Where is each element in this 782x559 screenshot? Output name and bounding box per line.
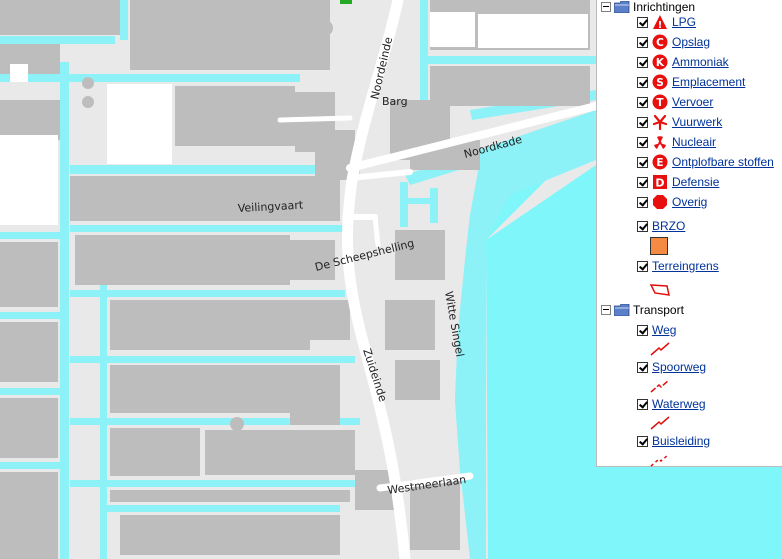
collapse-icon[interactable] bbox=[601, 2, 611, 12]
letter-e-circle-icon: E bbox=[652, 154, 668, 170]
letter-k-circle-icon: K bbox=[652, 54, 668, 70]
checkbox[interactable] bbox=[637, 196, 648, 208]
checkbox[interactable] bbox=[637, 96, 648, 108]
legend-link[interactable]: Opslag bbox=[672, 35, 710, 49]
legend-link[interactable]: Ontplofbare stoffen bbox=[672, 155, 774, 169]
legend-link[interactable]: Buisleiding bbox=[652, 434, 710, 448]
legend-item-weg[interactable]: Weg bbox=[637, 322, 676, 338]
checkbox[interactable] bbox=[637, 324, 648, 336]
collapse-icon[interactable] bbox=[601, 305, 611, 315]
letter-t-circle-icon: T bbox=[652, 94, 668, 110]
checkbox[interactable] bbox=[637, 398, 648, 410]
legend-group-label: Inrichtingen bbox=[633, 0, 696, 14]
legend-item-terreingrens[interactable]: Terreingrens bbox=[637, 258, 719, 274]
legend-link[interactable]: Nucleair bbox=[672, 135, 716, 149]
warning-triangle-icon: ! bbox=[653, 15, 667, 30]
legend-group-transport[interactable]: Transport bbox=[601, 303, 684, 317]
legend-link[interactable]: LPG bbox=[672, 15, 696, 29]
legend-item-ammoniak[interactable]: K Ammoniak bbox=[637, 54, 729, 70]
checkbox[interactable] bbox=[637, 435, 648, 447]
checkbox[interactable] bbox=[637, 16, 648, 28]
checkbox[interactable] bbox=[637, 156, 648, 168]
legend-item-vuurwerk[interactable]: Vuurwerk bbox=[637, 114, 722, 130]
street-label-barg: Barg bbox=[382, 95, 408, 108]
legend-item-emplacement[interactable]: S Emplacement bbox=[637, 74, 745, 90]
legend-link[interactable]: Weg bbox=[652, 323, 676, 337]
legend-item-spoorweg[interactable]: Spoorweg bbox=[637, 359, 706, 375]
legend-item-overig[interactable]: Overig bbox=[637, 194, 707, 210]
weg-line-symbol-icon bbox=[650, 342, 670, 356]
checkbox[interactable] bbox=[637, 136, 648, 148]
map-marker bbox=[340, 0, 352, 4]
svg-text:C: C bbox=[656, 37, 664, 49]
waterweg-line-symbol-icon bbox=[650, 416, 670, 430]
svg-text:K: K bbox=[656, 57, 665, 69]
spoorweg-line-symbol-icon bbox=[650, 379, 670, 393]
checkbox[interactable] bbox=[637, 116, 648, 128]
checkbox[interactable] bbox=[637, 220, 648, 232]
legend-item-ontplofbare-stoffen[interactable]: E Ontplofbare stoffen bbox=[637, 154, 774, 170]
legend-link-terreingrens[interactable]: Terreingrens bbox=[652, 259, 719, 273]
radiation-icon bbox=[654, 136, 666, 149]
legend-item-vervoer[interactable]: T Vervoer bbox=[637, 94, 713, 110]
svg-text:T: T bbox=[656, 97, 664, 109]
checkbox[interactable] bbox=[637, 361, 648, 373]
legend-link[interactable]: Defensie bbox=[672, 175, 719, 189]
legend-item-buisleiding[interactable]: Buisleiding bbox=[637, 433, 710, 449]
svg-text:!: ! bbox=[658, 20, 663, 30]
legend-link[interactable]: Spoorweg bbox=[652, 360, 706, 374]
checkbox[interactable] bbox=[637, 36, 648, 48]
fireworks-icon bbox=[652, 114, 668, 130]
folder-icon bbox=[614, 304, 630, 316]
legend-group-label: Transport bbox=[633, 303, 684, 317]
folder-icon bbox=[614, 1, 630, 13]
checkbox[interactable] bbox=[637, 56, 648, 68]
svg-text:E: E bbox=[656, 157, 663, 169]
legend-item-brzo[interactable]: BRZO bbox=[637, 218, 685, 234]
legend-link[interactable]: Overig bbox=[672, 195, 707, 209]
checkbox[interactable] bbox=[637, 76, 648, 88]
legend-panel: Inrichtingen ! LPG C Opslag K Ammoniak S Emplac… bbox=[596, 0, 782, 467]
brzo-area-swatch bbox=[650, 237, 668, 255]
legend-item-lpg[interactable]: ! LPG bbox=[637, 14, 696, 30]
legend-link[interactable]: Vervoer bbox=[672, 95, 713, 109]
red-octagon-icon bbox=[653, 195, 667, 209]
legend-item-opslag[interactable]: C Opslag bbox=[637, 34, 710, 50]
buisleiding-line-symbol-icon bbox=[650, 453, 670, 467]
letter-c-circle-icon: C bbox=[652, 34, 668, 50]
legend-link[interactable]: Vuurwerk bbox=[672, 115, 722, 129]
legend-link[interactable]: Ammoniak bbox=[672, 55, 729, 69]
letter-s-circle-icon: S bbox=[652, 74, 668, 90]
legend-link-brzo[interactable]: BRZO bbox=[652, 219, 685, 233]
checkbox[interactable] bbox=[637, 260, 648, 272]
site-boundary-symbol-icon bbox=[649, 284, 670, 296]
legend-item-nucleair[interactable]: Nucleair bbox=[637, 134, 716, 150]
checkbox[interactable] bbox=[637, 176, 648, 188]
svg-text:D: D bbox=[655, 177, 664, 190]
legend-item-defensie[interactable]: D Defensie bbox=[637, 174, 719, 190]
legend-link[interactable]: Waterweg bbox=[652, 397, 706, 411]
legend-item-waterweg[interactable]: Waterweg bbox=[637, 396, 706, 412]
svg-text:S: S bbox=[656, 77, 664, 89]
letter-d-square-icon: D bbox=[653, 175, 667, 190]
legend-link[interactable]: Emplacement bbox=[672, 75, 745, 89]
legend-group-inrichtingen[interactable]: Inrichtingen bbox=[601, 0, 695, 14]
